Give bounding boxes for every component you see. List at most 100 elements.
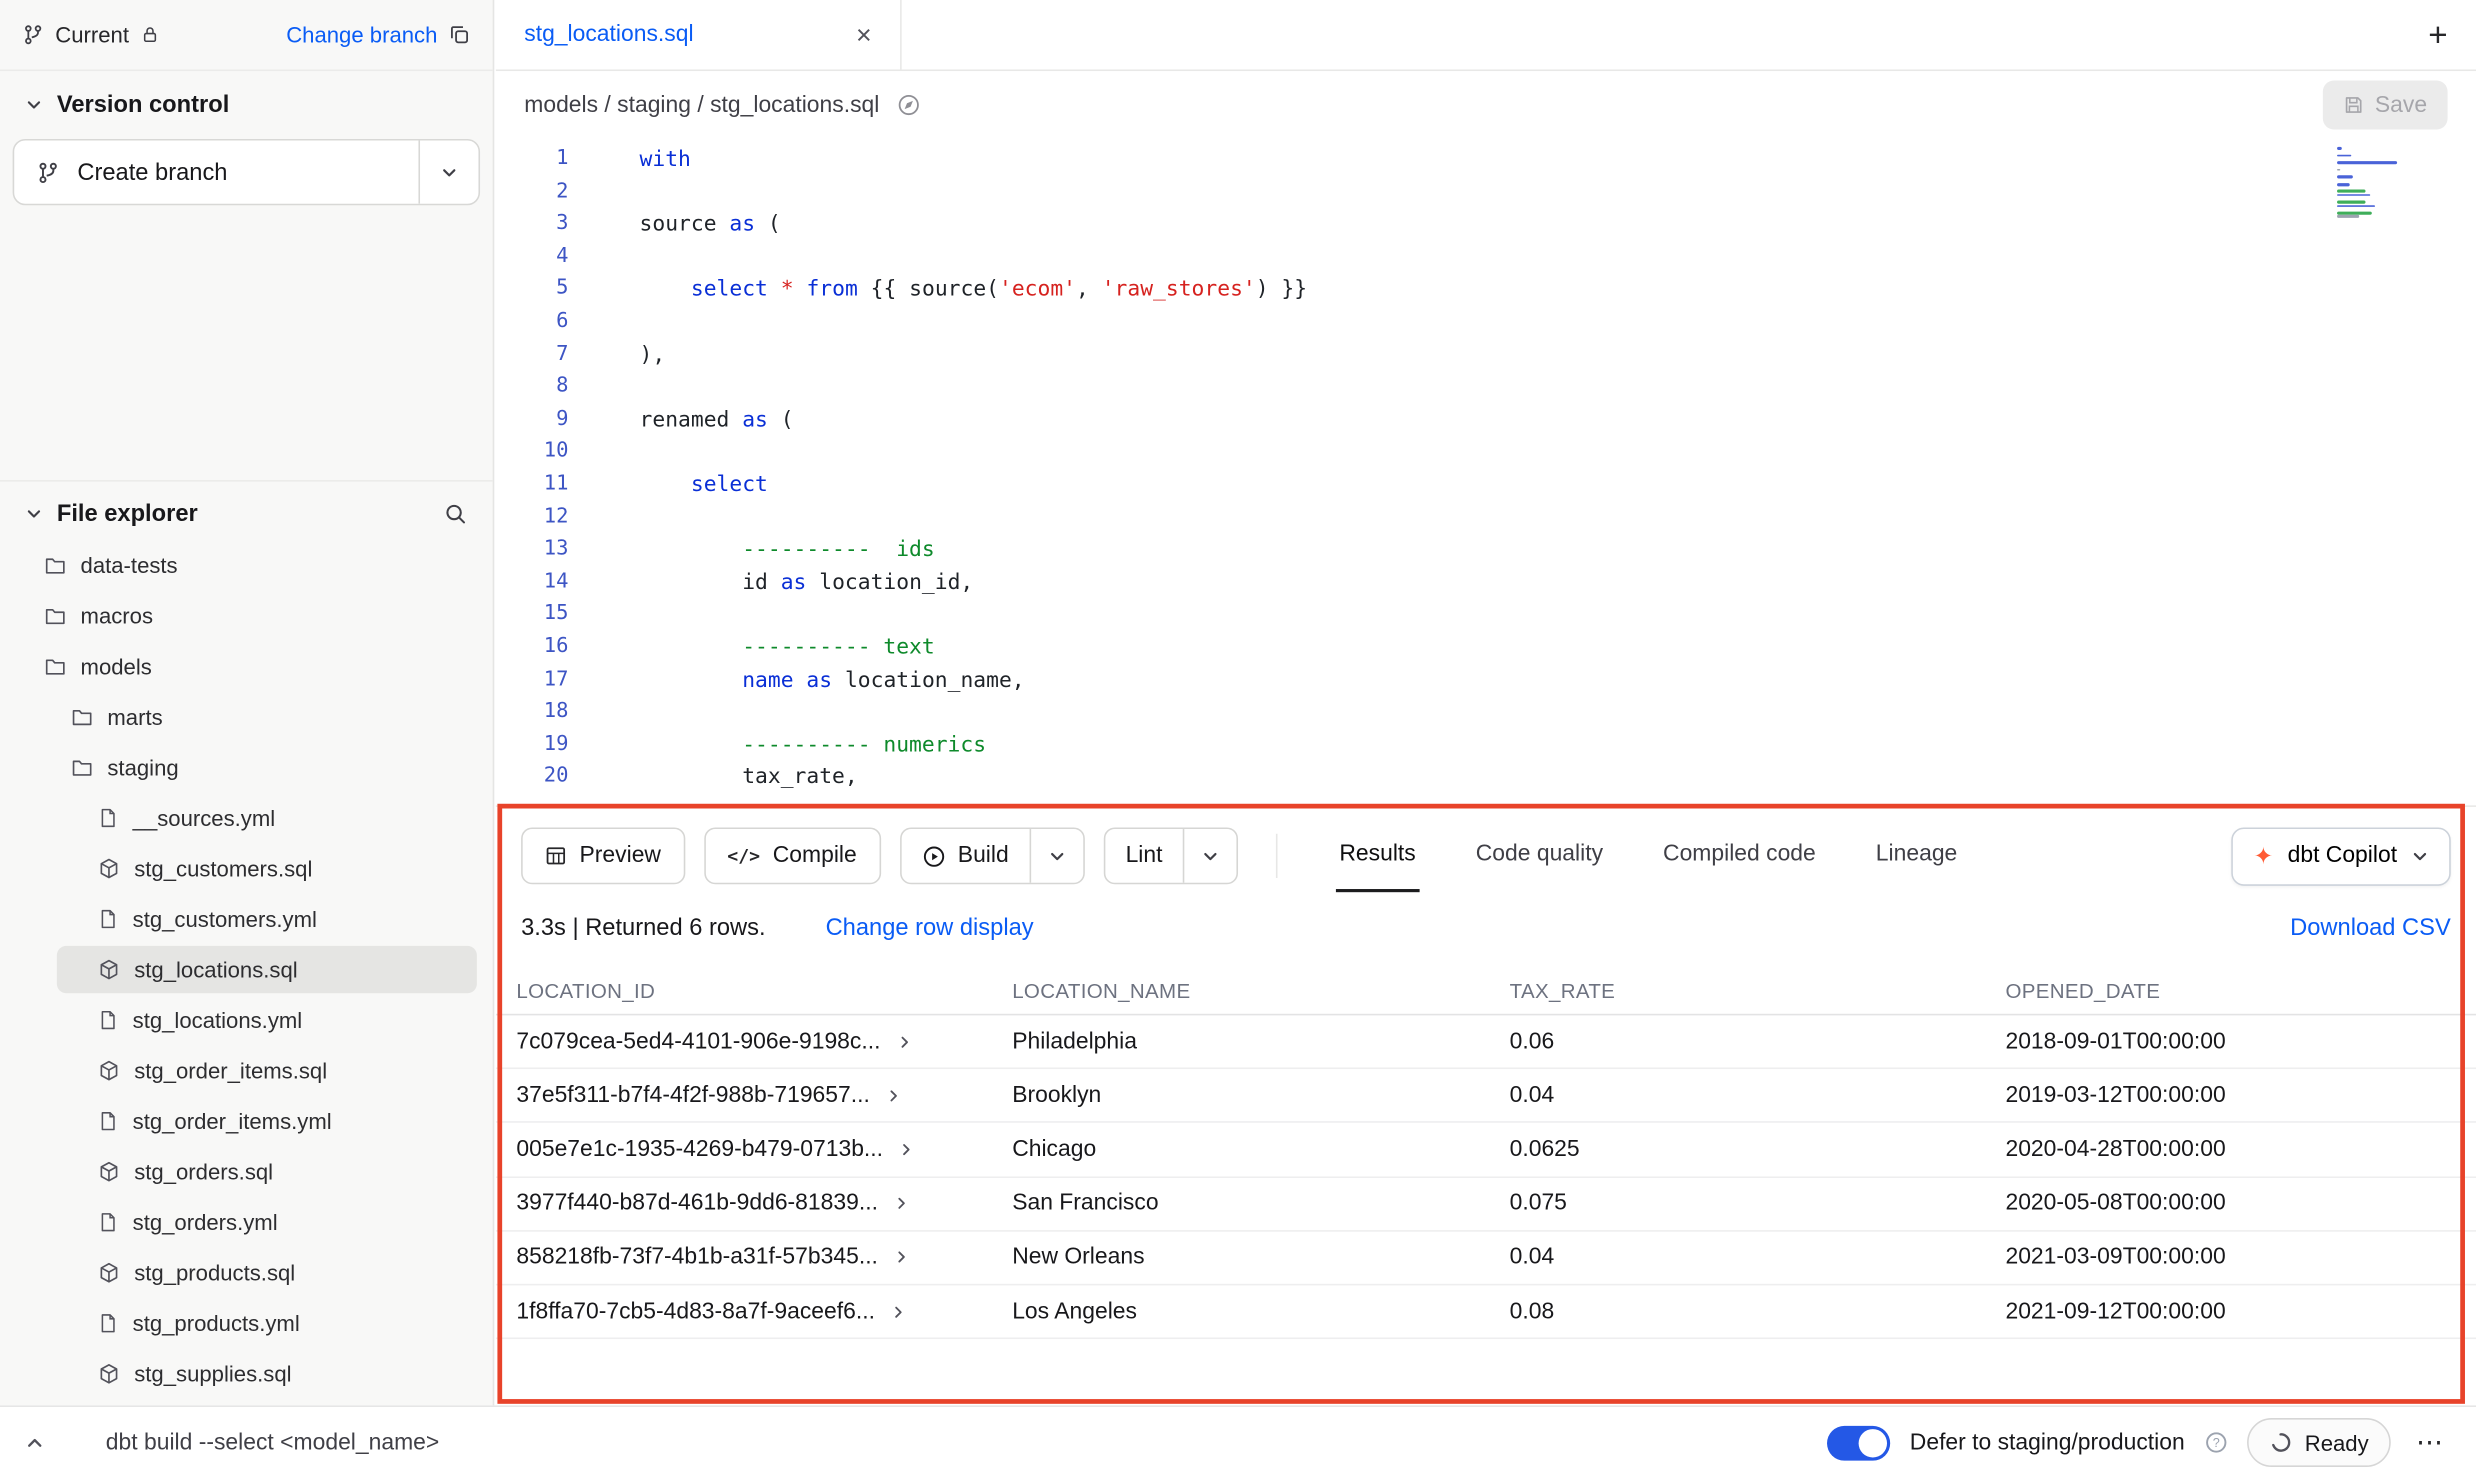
create-branch-button[interactable]: Create branch xyxy=(14,141,418,204)
table-cell: Brooklyn xyxy=(992,1083,1489,1108)
results-panel: Preview </> Compile Build xyxy=(496,805,2476,1405)
file-name: stg_products.sql xyxy=(134,1260,295,1285)
code-line: select * from {{ source('ecom', 'raw_sto… xyxy=(640,274,2476,307)
copy-icon[interactable] xyxy=(448,24,470,46)
lint-split-button: Lint xyxy=(1103,827,1238,884)
compass-icon[interactable] xyxy=(897,93,921,117)
current-branch-chip[interactable]: Current xyxy=(22,22,159,47)
breadcrumb-row: models / staging / stg_locations.sql Sav… xyxy=(496,71,2476,139)
panel-tab-lineage[interactable]: Lineage xyxy=(1873,820,1961,893)
tab-stg-locations-sql[interactable]: stg_locations.sql × xyxy=(496,0,902,69)
file-tree-item-stg_products.yml[interactable]: stg_products.yml xyxy=(0,1298,493,1349)
file-tree-item-staging[interactable]: staging xyxy=(0,742,493,793)
results-table-header: LOCATION_IDLOCATION_NAMETAX_RATEOPENED_D… xyxy=(496,968,2476,1015)
lint-label: Lint xyxy=(1126,843,1163,868)
command-input[interactable]: dbt build --select <model_name> xyxy=(106,1430,439,1455)
file-explorer-header[interactable]: File explorer xyxy=(0,482,493,540)
file-name: marts xyxy=(107,704,162,729)
file-tree-item-stg_orders.sql[interactable]: stg_orders.sql xyxy=(0,1146,493,1197)
build-caret-button[interactable] xyxy=(1029,829,1083,883)
chevron-right-icon[interactable] xyxy=(894,1250,910,1266)
help-icon[interactable]: ? xyxy=(2204,1431,2228,1455)
file-tree-item-stg_order_items.sql[interactable]: stg_order_items.sql xyxy=(0,1045,493,1096)
file-tree-item-__sources.yml[interactable]: __sources.yml xyxy=(0,793,493,844)
file-name: stg_locations.yml xyxy=(133,1007,303,1032)
create-branch-caret-button[interactable] xyxy=(418,141,478,204)
table-row[interactable]: 1f8ffa70-7cb5-4d83-8a7f-9aceef6...Los An… xyxy=(496,1285,2476,1339)
file-icon xyxy=(98,908,119,930)
preview-button[interactable]: Preview xyxy=(521,827,685,884)
table-cell: 2018-09-01T00:00:00 xyxy=(1985,1029,2476,1054)
chevron-down-icon xyxy=(2411,847,2428,864)
file-tree-item-macros[interactable]: macros xyxy=(0,591,493,642)
file-tree-item-models[interactable]: models xyxy=(0,641,493,692)
results-meta-row: 3.3s | Returned 6 rows. Change row displ… xyxy=(496,892,2476,941)
chevron-right-icon[interactable] xyxy=(896,1034,912,1050)
chevron-up-icon[interactable] xyxy=(25,1433,44,1452)
code-line xyxy=(640,371,2476,404)
build-button[interactable]: Build xyxy=(901,829,1029,883)
change-branch-link[interactable]: Change branch xyxy=(286,22,437,47)
code-lines[interactable]: withsource as ( select * from {{ source(… xyxy=(594,144,2476,806)
download-csv-link[interactable]: Download CSV xyxy=(2290,914,2451,941)
file-tree-item-stg_customers.yml[interactable]: stg_customers.yml xyxy=(0,894,493,945)
dbt-copilot-button[interactable]: ✦ dbt Copilot xyxy=(2231,827,2450,885)
save-button[interactable]: Save xyxy=(2323,81,2448,130)
table-row[interactable]: 7c079cea-5ed4-4101-906e-9198c...Philadel… xyxy=(496,1015,2476,1069)
file-tree-item-stg_customers.sql[interactable]: stg_customers.sql xyxy=(0,843,493,894)
breadcrumb: models / staging / stg_locations.sql xyxy=(524,92,879,117)
table-row[interactable]: 37e5f311-b7f4-4f2f-988b-719657...Brookly… xyxy=(496,1069,2476,1123)
table-row[interactable]: 005e7e1c-1935-4269-b479-0713b...Chicago0… xyxy=(496,1123,2476,1177)
status-circle-icon xyxy=(2268,1431,2292,1455)
file-icon xyxy=(98,1211,119,1233)
file-tree-item-marts[interactable]: marts xyxy=(0,692,493,743)
model-icon xyxy=(98,1262,120,1284)
chevron-right-icon[interactable] xyxy=(886,1088,902,1104)
file-tree-item-stg_supplies.sql[interactable]: stg_supplies.sql xyxy=(0,1349,493,1400)
build-split-button: Build xyxy=(899,827,1084,884)
results-summary: 3.3s | Returned 6 rows. xyxy=(521,914,765,941)
file-tree-item-stg_orders.yml[interactable]: stg_orders.yml xyxy=(0,1197,493,1248)
table-row[interactable]: 858218fb-73f7-4b1b-a31f-57b345...New Orl… xyxy=(496,1231,2476,1285)
model-icon xyxy=(98,1060,120,1082)
chevron-right-icon[interactable] xyxy=(891,1304,907,1320)
compile-button[interactable]: </> Compile xyxy=(704,827,881,884)
file-tree-item-stg_locations.sql[interactable]: stg_locations.sql xyxy=(0,944,493,995)
defer-label: Defer to staging/production xyxy=(1910,1430,2185,1455)
defer-toggle[interactable] xyxy=(1828,1425,1891,1460)
file-tree-item-stg_locations.yml[interactable]: stg_locations.yml xyxy=(0,995,493,1046)
file-tree-item-data-tests[interactable]: data-tests xyxy=(0,540,493,591)
column-header: LOCATION_ID xyxy=(496,979,992,1003)
code-line: tax_rate, xyxy=(640,762,2476,795)
chevron-right-icon[interactable] xyxy=(899,1142,915,1158)
table-row[interactable]: 3977f440-b87d-461b-9dd6-81839...San Fran… xyxy=(496,1177,2476,1231)
panel-tab-code-quality[interactable]: Code quality xyxy=(1473,820,1607,893)
folder-icon xyxy=(44,605,66,627)
file-tree: data-tests macrosmodels marts staging__sour… xyxy=(0,540,493,1405)
change-row-display-link[interactable]: Change row display xyxy=(826,914,1034,941)
file-icon xyxy=(98,1009,119,1031)
version-control-header[interactable]: Version control xyxy=(0,71,493,134)
create-branch-split-button: Create branch xyxy=(13,139,480,205)
panel-tab-compiled-code[interactable]: Compiled code xyxy=(1660,820,1819,893)
code-line xyxy=(640,241,2476,274)
chevron-right-icon[interactable] xyxy=(894,1196,910,1212)
ide-status-badge[interactable]: Ready xyxy=(2246,1418,2390,1467)
sidebar-spacer xyxy=(0,205,493,480)
code-editor[interactable]: 1234567891011121314151617181920 withsour… xyxy=(496,139,2476,805)
file-tree-item-stg_order_items.yml[interactable]: stg_order_items.yml xyxy=(0,1096,493,1147)
file-tree-item-stg_products.sql[interactable]: stg_products.sql xyxy=(0,1247,493,1298)
minimap[interactable] xyxy=(2337,147,2403,219)
new-tab-button[interactable]: + xyxy=(2428,18,2447,51)
code-line xyxy=(640,306,2476,339)
more-menu-button[interactable]: ⋯ xyxy=(2410,1427,2451,1459)
chevron-down-icon xyxy=(25,96,42,113)
file-name: data-tests xyxy=(81,553,178,578)
search-icon[interactable] xyxy=(444,502,468,526)
table-cell: 0.0625 xyxy=(1489,1137,1985,1162)
lint-caret-button[interactable] xyxy=(1183,829,1237,883)
file-name: stg_order_items.yml xyxy=(133,1109,332,1134)
lint-button[interactable]: Lint xyxy=(1105,829,1183,883)
close-tab-icon[interactable]: × xyxy=(856,21,872,48)
panel-tab-results[interactable]: Results xyxy=(1336,820,1419,893)
